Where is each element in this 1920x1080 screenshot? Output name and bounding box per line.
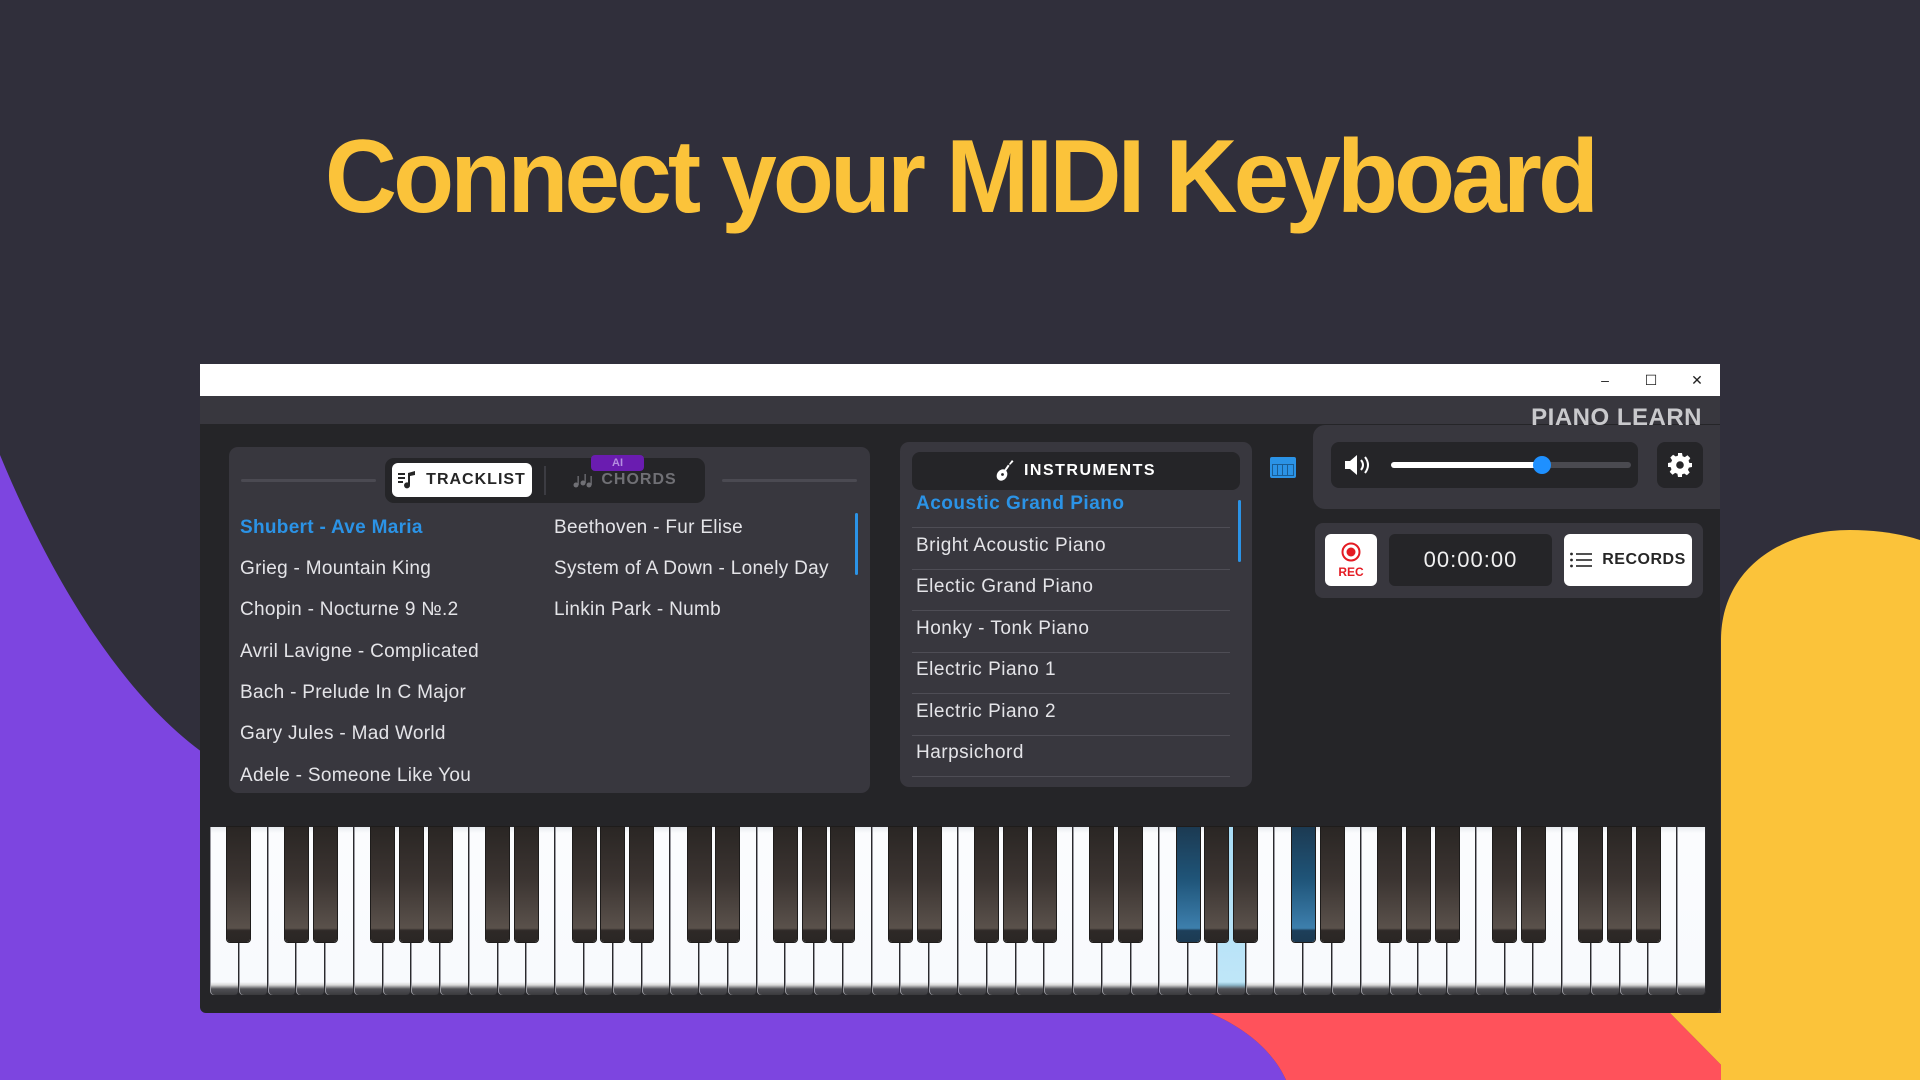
- black-key-f-sharp5[interactable]: [1176, 827, 1200, 942]
- black-key-f-sharp1[interactable]: [371, 827, 395, 942]
- black-key-a-sharp1[interactable]: [428, 827, 452, 942]
- black-key-f-sharp3[interactable]: [773, 827, 797, 942]
- piano-keys-icon[interactable]: [1270, 457, 1296, 478]
- black-key-a-sharp7[interactable]: [1636, 827, 1660, 942]
- music-notes-icon: [573, 474, 593, 488]
- black-key-c-sharp6[interactable]: [1291, 827, 1315, 942]
- volume-control: [1331, 442, 1638, 488]
- track-item[interactable]: System of A Down - Lonely Day: [554, 558, 829, 580]
- header-strip: [200, 396, 1720, 424]
- recording-timer: 00:00:00: [1389, 534, 1552, 586]
- track-item[interactable]: Avril Lavigne - Complicated: [240, 641, 479, 663]
- volume-slider-handle[interactable]: [1533, 456, 1552, 474]
- tab-switcher: TRACKLIST CHORDS AI: [385, 455, 705, 503]
- purple-blob: [0, 455, 230, 1080]
- black-key-g-sharp2[interactable]: [601, 827, 625, 942]
- divider-line: [722, 479, 857, 482]
- speaker-icon[interactable]: [1345, 455, 1373, 475]
- instrument-item[interactable]: Electic Grand Piano: [912, 570, 1230, 611]
- track-item[interactable]: Shubert - Ave Maria: [240, 517, 423, 539]
- black-key-g-sharp1[interactable]: [399, 827, 423, 942]
- black-key-d-sharp5[interactable]: [1119, 827, 1143, 942]
- track-item[interactable]: Grieg - Mountain King: [240, 558, 431, 580]
- black-key-a-sharp2[interactable]: [630, 827, 654, 942]
- track-item[interactable]: Beethoven - Fur Elise: [554, 517, 743, 539]
- black-key-a-sharp3[interactable]: [831, 827, 855, 942]
- headline: Connect your MIDI Keyboard: [324, 119, 1599, 235]
- records-label: RECORDS: [1602, 551, 1686, 568]
- red-blob: [1210, 1013, 1736, 1080]
- records-button[interactable]: RECORDS: [1564, 534, 1692, 586]
- black-key-d-sharp2[interactable]: [514, 827, 538, 942]
- black-key-d-sharp7[interactable]: [1521, 827, 1545, 942]
- black-key-f-sharp2[interactable]: [572, 827, 596, 942]
- black-key-c-sharp1[interactable]: [284, 827, 308, 942]
- track-item[interactable]: Gary Jules - Mad World: [240, 723, 446, 745]
- instruments-scrollbar[interactable]: [1238, 500, 1241, 562]
- record-label: REC: [1338, 565, 1364, 579]
- black-key-a-sharp4[interactable]: [1032, 827, 1056, 942]
- piano-keyboard: [210, 827, 1706, 997]
- black-key-g-sharp3[interactable]: [802, 827, 826, 942]
- instrument-item[interactable]: Electric Piano 1: [912, 653, 1230, 694]
- tracklist-scrollbar[interactable]: [855, 513, 858, 575]
- black-key-d-sharp6[interactable]: [1320, 827, 1344, 942]
- guitar-icon: [996, 460, 1014, 481]
- yellow-blob: [1721, 530, 1920, 1080]
- gear-icon: [1668, 453, 1692, 477]
- list-icon: [1570, 552, 1593, 568]
- instrument-item[interactable]: Bright Acoustic Piano: [912, 529, 1230, 570]
- black-key-a-sharp5[interactable]: [1234, 827, 1258, 942]
- maximize-button[interactable]: ☐: [1628, 364, 1674, 396]
- black-key-c-sharp4[interactable]: [888, 827, 912, 942]
- black-key-f-sharp6[interactable]: [1378, 827, 1402, 942]
- title-bar: – ☐ ✕: [200, 364, 1720, 396]
- purple-blob-bottom: [200, 1013, 1286, 1080]
- white-key-c8[interactable]: [1677, 827, 1706, 995]
- instrument-item[interactable]: Electric Piano 2: [912, 695, 1230, 736]
- audio-controls-panel: [1313, 425, 1720, 509]
- black-key-a-sharp6[interactable]: [1435, 827, 1459, 942]
- tab-chords-label: CHORDS: [601, 471, 677, 488]
- track-item[interactable]: Chopin - Nocturne 9 №.2: [240, 599, 458, 621]
- black-key-a-sharp0[interactable]: [227, 827, 251, 942]
- tab-separator: [544, 466, 546, 495]
- track-item[interactable]: Adele - Someone Like You: [240, 765, 471, 787]
- tracklist-panel: TRACKLIST CHORDS AI Shubert - Ave Maria …: [229, 447, 870, 793]
- app-window: – ☐ ✕ PIANO LEARN TRACKLIST CHORDS AI Sh…: [200, 364, 1720, 1013]
- instrument-item[interactable]: Harpsichord: [912, 736, 1230, 777]
- record-button[interactable]: REC: [1325, 534, 1377, 586]
- black-key-c-sharp5[interactable]: [1090, 827, 1114, 942]
- instruments-header: INSTRUMENTS: [912, 452, 1240, 490]
- tab-tracklist-label: TRACKLIST: [426, 471, 526, 488]
- black-key-g-sharp6[interactable]: [1406, 827, 1430, 942]
- black-key-c-sharp7[interactable]: [1493, 827, 1517, 942]
- divider-line: [241, 479, 376, 482]
- minimize-button[interactable]: –: [1582, 364, 1628, 396]
- close-button[interactable]: ✕: [1674, 364, 1720, 396]
- settings-button[interactable]: [1657, 442, 1703, 488]
- black-key-c-sharp2[interactable]: [486, 827, 510, 942]
- ai-badge: AI: [591, 455, 644, 471]
- record-icon: [1341, 542, 1361, 562]
- black-key-d-sharp3[interactable]: [716, 827, 740, 942]
- instrument-item[interactable]: Acoustic Grand Piano: [912, 487, 1230, 528]
- track-item[interactable]: Bach - Prelude In C Major: [240, 682, 466, 704]
- recording-panel: REC 00:00:00 RECORDS: [1315, 523, 1703, 598]
- black-key-f-sharp7[interactable]: [1579, 827, 1603, 942]
- black-key-d-sharp4[interactable]: [917, 827, 941, 942]
- black-key-g-sharp5[interactable]: [1205, 827, 1229, 942]
- black-key-c-sharp3[interactable]: [687, 827, 711, 942]
- tab-tracklist[interactable]: TRACKLIST: [392, 463, 532, 497]
- black-key-g-sharp7[interactable]: [1608, 827, 1632, 942]
- black-key-f-sharp4[interactable]: [975, 827, 999, 942]
- volume-slider-fill: [1391, 462, 1543, 468]
- track-item[interactable]: Linkin Park - Numb: [554, 599, 721, 621]
- music-list-icon: [398, 471, 416, 489]
- black-key-g-sharp4[interactable]: [1004, 827, 1028, 942]
- instrument-item[interactable]: Honky - Tonk Piano: [912, 612, 1230, 653]
- instruments-title: INSTRUMENTS: [1023, 462, 1157, 479]
- instruments-panel: INSTRUMENTS Acoustic Grand Piano Bright …: [900, 442, 1252, 787]
- black-key-d-sharp1[interactable]: [313, 827, 337, 942]
